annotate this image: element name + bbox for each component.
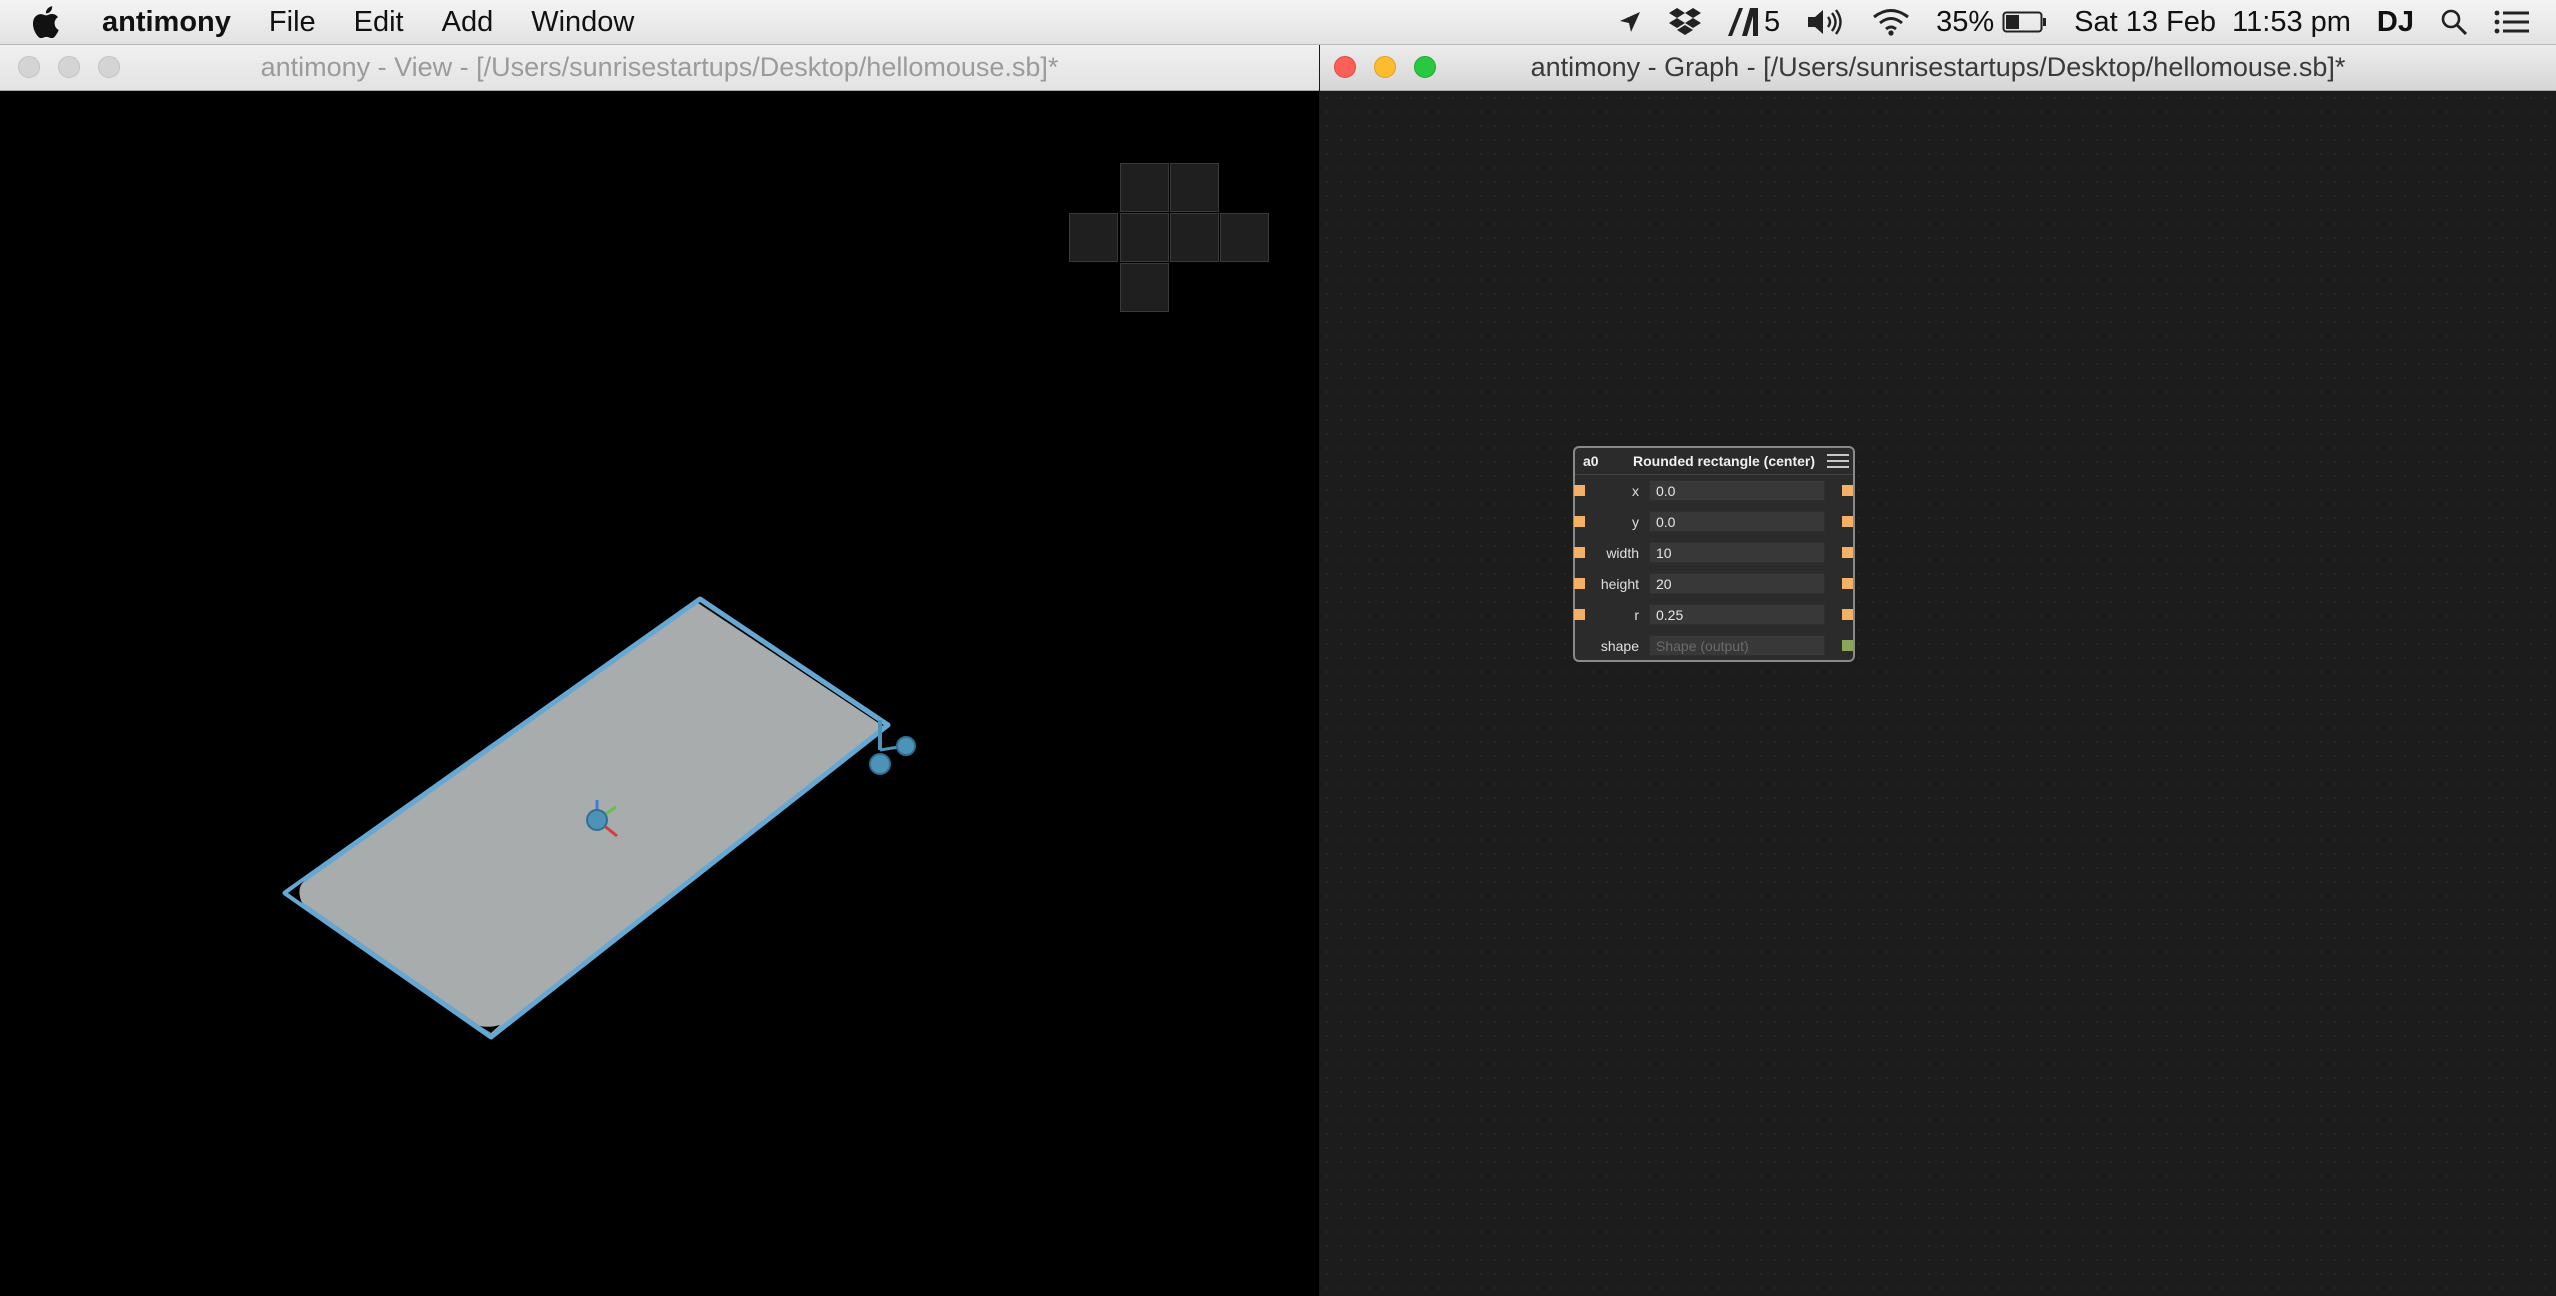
clock[interactable]: Sat 13 Feb 11:53 pm bbox=[2074, 6, 2351, 39]
node-header[interactable]: a0 Rounded rectangle (center) bbox=[1575, 448, 1853, 475]
output-port-height[interactable] bbox=[1842, 578, 1853, 589]
node-row-y: y 0.0 bbox=[1574, 506, 1853, 537]
adobe-badge-count: 5 bbox=[1763, 5, 1781, 38]
scene-svg bbox=[282, 596, 916, 1040]
zoom-button[interactable] bbox=[98, 56, 120, 78]
dropbox-icon[interactable] bbox=[1668, 7, 1702, 37]
menu-edit[interactable]: Edit bbox=[354, 6, 404, 39]
spotlight-search-icon[interactable] bbox=[2440, 8, 2468, 36]
node-menu-icon[interactable] bbox=[1827, 452, 1849, 470]
zoom-button[interactable] bbox=[1414, 56, 1436, 78]
view-window-title: antimony - View - [/Users/sunrisestartup… bbox=[260, 52, 1059, 82]
output-port-y[interactable] bbox=[1842, 516, 1853, 527]
output-port-r[interactable] bbox=[1842, 609, 1853, 620]
value-field-shape: Shape (output) bbox=[1649, 635, 1825, 656]
graph-window-title: antimony - Graph - [/Users/sunrisestartu… bbox=[1530, 52, 2346, 82]
corner-handle[interactable] bbox=[869, 753, 891, 775]
graph-window-controls bbox=[1334, 56, 1454, 78]
minimize-button[interactable] bbox=[1374, 56, 1396, 78]
radius-handle[interactable] bbox=[896, 736, 916, 756]
center-handle[interactable] bbox=[586, 809, 608, 831]
output-port-x[interactable] bbox=[1842, 485, 1853, 496]
view-window-controls bbox=[18, 56, 138, 78]
row-label-r: r bbox=[1634, 606, 1639, 623]
value-field-r[interactable]: 0.25 bbox=[1649, 604, 1825, 625]
user-name[interactable]: DJ bbox=[2377, 6, 2414, 39]
input-port-x[interactable] bbox=[1574, 485, 1585, 496]
graph-node-rounded-rectangle[interactable]: a0 Rounded rectangle (center) x 0.0 y 0.… bbox=[1573, 446, 1855, 662]
graph-window-titlebar[interactable]: antimony - Graph - [/Users/sunrisestartu… bbox=[1320, 45, 2556, 91]
apple-logo-icon[interactable] bbox=[32, 2, 72, 42]
output-port-shape[interactable] bbox=[1842, 640, 1853, 651]
close-button[interactable] bbox=[18, 56, 40, 78]
wifi-icon[interactable] bbox=[1872, 8, 1910, 36]
row-label-shape: shape bbox=[1600, 637, 1639, 654]
node-row-height: height 20 bbox=[1574, 568, 1853, 599]
value-field-y[interactable]: 0.0 bbox=[1649, 511, 1825, 532]
adobe-icon[interactable]: 5 bbox=[1727, 5, 1781, 39]
minimize-button[interactable] bbox=[58, 56, 80, 78]
location-arrow-icon[interactable] bbox=[1618, 10, 1642, 34]
node-title: Rounded rectangle (center) bbox=[1633, 453, 1816, 469]
close-button[interactable] bbox=[1334, 56, 1356, 78]
input-port-r[interactable] bbox=[1574, 609, 1585, 620]
node-row-r: r 0.25 bbox=[1574, 599, 1853, 630]
menu-add[interactable]: Add bbox=[442, 6, 494, 39]
node-row-shape: shape Shape (output) bbox=[1575, 630, 1853, 661]
notification-center-icon[interactable] bbox=[2494, 9, 2530, 35]
node-row-x: x 0.0 bbox=[1574, 475, 1853, 506]
menu-file[interactable]: File bbox=[269, 6, 316, 39]
view-window: antimony - View - [/Users/sunrisestartup… bbox=[0, 45, 1319, 1296]
graph-canvas[interactable] bbox=[1320, 91, 2556, 1296]
graph-window: antimony - Graph - [/Users/sunrisestartu… bbox=[1320, 45, 2556, 1296]
row-label-y: y bbox=[1632, 513, 1639, 530]
node-name[interactable]: a0 bbox=[1575, 453, 1629, 469]
value-field-width[interactable]: 10 bbox=[1649, 542, 1825, 563]
menu-window[interactable]: Window bbox=[531, 6, 634, 39]
value-field-height[interactable]: 20 bbox=[1649, 573, 1825, 594]
battery-percent[interactable]: 35% bbox=[1936, 6, 1994, 39]
output-port-width[interactable] bbox=[1842, 547, 1853, 558]
input-port-y[interactable] bbox=[1574, 516, 1585, 527]
volume-icon[interactable] bbox=[1806, 8, 1846, 36]
status-bar: 5 35% Sat 13 Feb 11:53 pm DJ bbox=[1618, 0, 2556, 44]
row-label-height: height bbox=[1600, 575, 1639, 592]
input-port-width[interactable] bbox=[1574, 547, 1585, 558]
menu-app-name[interactable]: antimony bbox=[102, 6, 231, 39]
value-field-x[interactable]: 0.0 bbox=[1649, 480, 1825, 501]
node-row-width: width 10 bbox=[1574, 537, 1853, 568]
view-window-titlebar[interactable]: antimony - View - [/Users/sunrisestartup… bbox=[0, 45, 1319, 91]
menu-bar: antimony File Edit Add Window 5 35% Sat … bbox=[0, 0, 2556, 45]
row-label-x: x bbox=[1632, 482, 1639, 499]
viewport-3d[interactable] bbox=[0, 91, 1319, 1296]
row-label-width: width bbox=[1606, 544, 1639, 561]
battery-icon[interactable] bbox=[2002, 10, 2048, 34]
input-port-height[interactable] bbox=[1574, 578, 1585, 589]
